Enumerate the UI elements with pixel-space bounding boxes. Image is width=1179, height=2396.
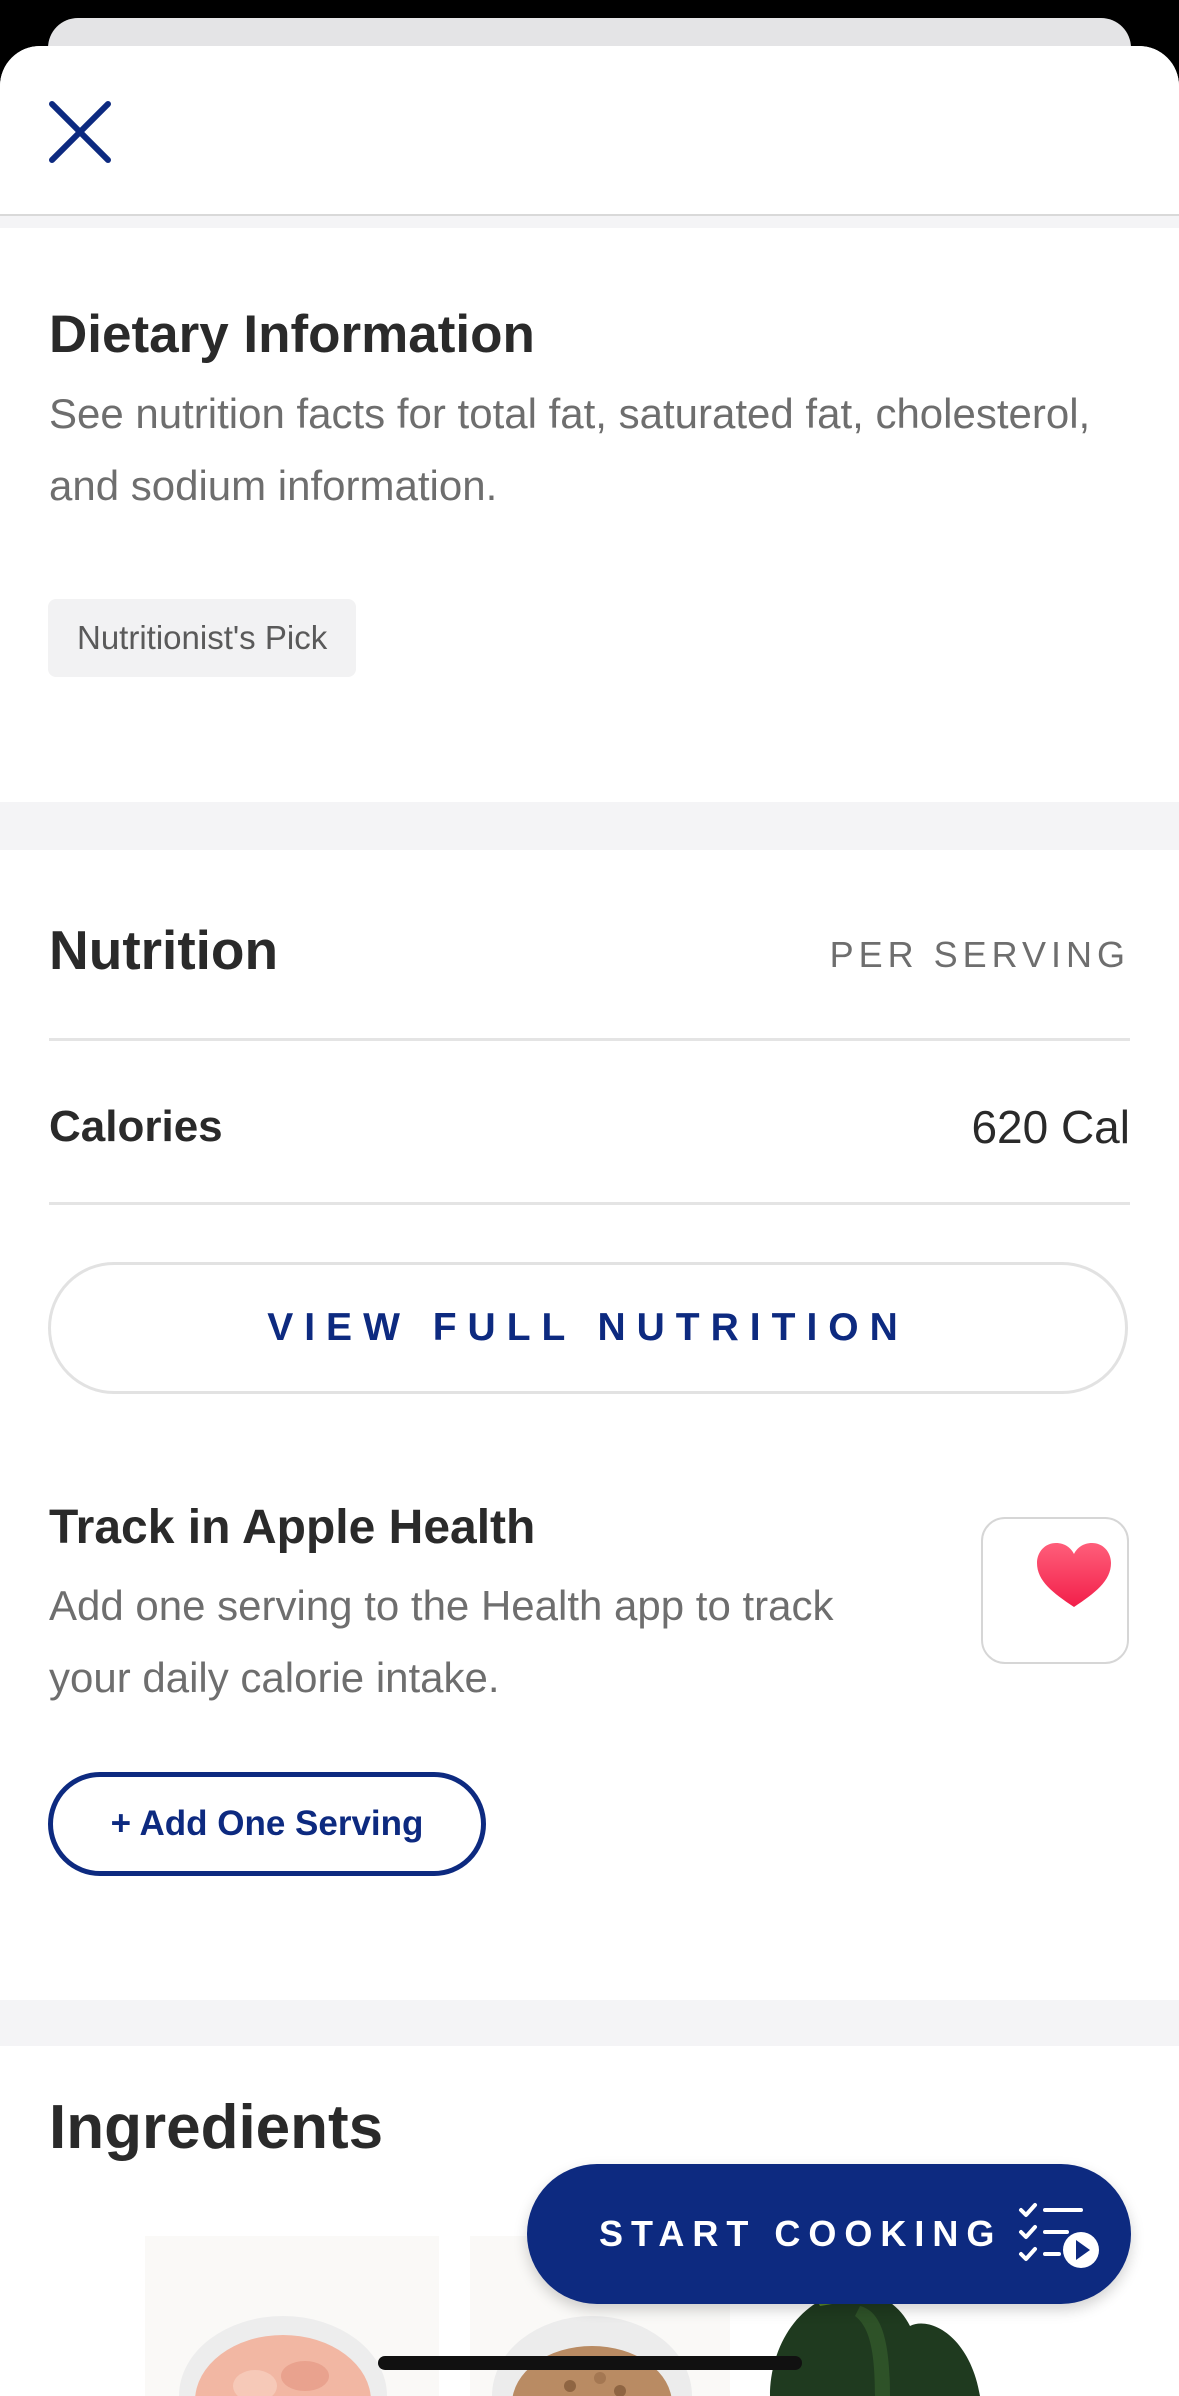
top-bar	[0, 46, 1179, 216]
nutritionist-pick-tag: Nutritionist's Pick	[48, 599, 357, 677]
apple-health-app-icon	[981, 1517, 1129, 1664]
ingredient-image-chicken[interactable]	[145, 2236, 439, 2396]
dietary-description: See nutrition facts for total fat, satur…	[49, 390, 1091, 509]
apple-health-title: Track in Apple Health	[49, 1501, 536, 1554]
ingredients-title: Ingredients	[49, 2093, 384, 2162]
start-cooking-button[interactable]: START COOKING	[527, 2164, 1131, 2304]
calories-value: 620 Cal	[971, 1101, 1130, 1153]
recipe-detail-sheet: Dietary Information See nutrition facts …	[0, 46, 1179, 2396]
section-divider	[0, 216, 1179, 228]
add-one-serving-button[interactable]: + Add One Serving	[48, 1772, 486, 1876]
divider	[49, 1202, 1130, 1205]
close-icon	[49, 101, 111, 163]
section-divider	[0, 2000, 1179, 2046]
per-serving-label: PER SERVING	[829, 934, 1130, 975]
nutrition-title: Nutrition	[49, 919, 279, 981]
section-divider	[0, 802, 1179, 850]
steps-play-icon	[1019, 2203, 1099, 2268]
apple-health-description: Add one serving to the Health app to tra…	[49, 1582, 834, 1701]
calories-label: Calories	[49, 1102, 223, 1151]
dietary-section: Dietary Information See nutrition facts …	[0, 228, 1179, 802]
heart-icon	[1037, 1543, 1111, 1607]
nutrition-section: Nutrition PER SERVING Calories 620 Cal V…	[0, 850, 1179, 2000]
close-button[interactable]	[40, 92, 120, 172]
start-cooking-label: START COOKING	[599, 2213, 1003, 2254]
home-indicator	[378, 2356, 802, 2370]
dietary-title: Dietary Information	[49, 305, 535, 364]
divider	[49, 1038, 1130, 1041]
view-full-nutrition-button[interactable]: VIEW FULL NUTRITION	[48, 1262, 1128, 1394]
